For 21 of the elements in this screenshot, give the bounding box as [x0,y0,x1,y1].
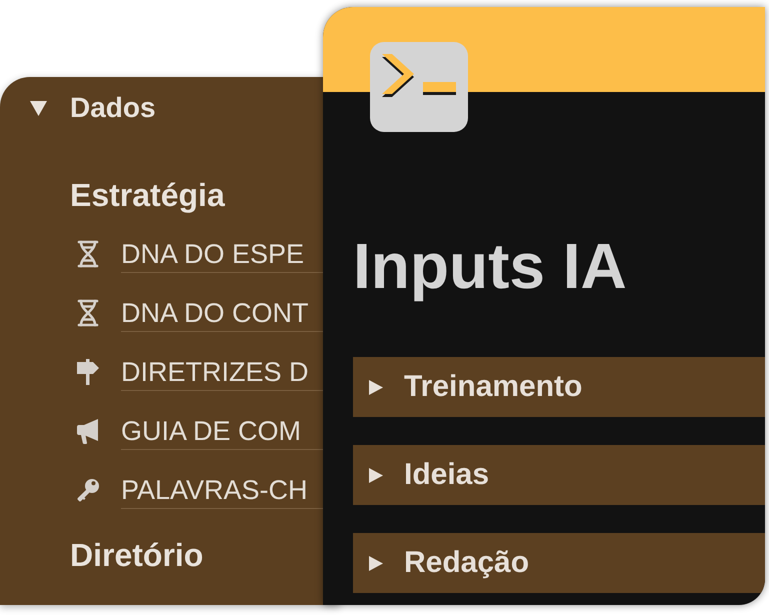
toggle-title: Redação [404,545,530,581]
page-link[interactable]: PALAVRAS-CH [121,474,308,506]
page-link[interactable]: DIRETRIZES D [121,356,309,388]
signpost-icon [76,358,100,386]
caret-icon[interactable] [369,380,383,394]
section-heading: Estratégia [70,176,225,215]
page-title: Inputs IA [353,230,627,302]
toggle-title: Ideias [404,457,490,493]
dna-icon [76,240,100,268]
megaphone-icon [76,417,100,445]
toggle-title: Treinamento [404,369,582,405]
caret-icon[interactable] [369,468,383,482]
section-heading: Diretório [70,536,204,575]
caret-icon[interactable] [30,100,47,116]
toggle-title: Dados [70,93,156,123]
caret-icon[interactable] [369,556,383,570]
page-link[interactable]: DNA DO CONT [121,297,309,329]
page-link[interactable]: DNA DO ESPE [121,238,304,270]
key-icon [76,476,100,504]
page-link[interactable]: GUIA DE COM [121,415,302,447]
dna-icon [76,299,100,327]
